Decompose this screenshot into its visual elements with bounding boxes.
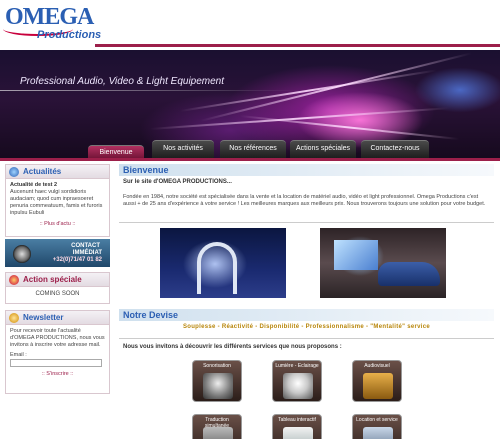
nav-item-actions[interactable]: Actions spéciales <box>290 140 356 158</box>
services-invite: Nous vous invitons à découvrir les diffé… <box>123 344 342 350</box>
contact-line2: IMMÉDIAT <box>72 250 102 256</box>
email-label: Email : <box>10 352 27 358</box>
welcome-title: Bienvenue <box>123 165 169 175</box>
contact-banner[interactable]: CONTACT IMMÉDIAT +32(0)71/47 01 82 <box>5 239 110 267</box>
light-beam <box>199 52 472 122</box>
event-photo-arch[interactable] <box>160 228 286 298</box>
contact-line1: CONTACT <box>71 243 100 249</box>
special-action-text: COMING SOON <box>35 291 80 297</box>
service-label: Lumière - Eclairage <box>275 363 319 369</box>
nav-item-contact[interactable]: Contactez-nous <box>361 140 429 158</box>
whiteboard-icon <box>283 427 313 439</box>
service-tableau[interactable]: Tableau interactif <box>272 414 322 439</box>
news-header: Actualités <box>6 165 109 179</box>
car-display <box>378 262 440 286</box>
truss-arch <box>197 242 237 294</box>
welcome-subtitle: Sur le site d'OMEGA PRODUCTIONS... <box>123 179 232 185</box>
newsletter-header: Newsletter <box>6 311 109 325</box>
welcome-bar <box>119 164 494 176</box>
special-action-title: Action spéciale <box>23 275 82 284</box>
omega-logo[interactable]: OMEGA Productions <box>3 4 101 46</box>
equipment-icon <box>363 427 393 439</box>
service-label: Location et service <box>356 417 398 423</box>
nav-divider <box>0 158 500 161</box>
banner-tagline: Professional Audio, Video & Light Equipe… <box>20 76 225 87</box>
tagline-rule <box>0 90 300 91</box>
projector-icon <box>363 373 393 399</box>
email-field[interactable] <box>10 359 102 367</box>
service-traduction[interactable]: Traduction simultanée <box>192 414 242 439</box>
news-body: Actualité de test 2 Aucenunt haec vulgi … <box>6 179 109 231</box>
newsletter-title: Newsletter <box>23 313 64 322</box>
more-news-link[interactable]: :: Plus d'actu :: <box>10 221 105 228</box>
microphone-icon <box>203 373 233 399</box>
newsletter-text: Pour recevoir toute l'actualité d'OMEGA … <box>10 328 105 348</box>
divider <box>119 222 494 223</box>
nav-item-references[interactable]: Nos références <box>220 140 286 158</box>
divider <box>119 338 494 339</box>
logo-main-text: OMEGA <box>5 4 94 30</box>
service-lumiere[interactable]: Lumière - Eclairage <box>272 360 322 402</box>
globe-icon <box>9 167 19 177</box>
contact-phone: +32(0)71/47 01 82 <box>52 257 102 263</box>
news-box: Actualités Actualité de test 2 Aucenunt … <box>5 164 110 237</box>
special-action-header: Action spéciale <box>6 273 109 287</box>
moving-head-icon <box>283 373 313 399</box>
star-icon <box>9 275 19 285</box>
special-action-box: Action spéciale COMING SOON <box>5 272 110 304</box>
welcome-intro: Fondée en 1984, notre société est spécia… <box>123 194 486 207</box>
envelope-icon <box>9 313 19 323</box>
speaker-icon <box>13 245 31 263</box>
projection-screen <box>334 240 378 270</box>
newsletter-box: Newsletter Pour recevoir toute l'actuali… <box>5 310 110 394</box>
service-label: Audiovisuel <box>364 363 390 369</box>
header: OMEGA Productions <box>0 0 500 50</box>
nav-item-activites[interactable]: Nos activités <box>152 140 214 158</box>
subscribe-link[interactable]: :: S'inscrire :: <box>10 371 105 378</box>
service-sonorisation[interactable]: Sonorisation <box>192 360 242 402</box>
devise-title: Notre Devise <box>123 310 179 320</box>
service-audiovisuel[interactable]: Audiovisuel <box>352 360 402 402</box>
service-label: Sonorisation <box>203 363 231 369</box>
news-item-text: Aucenunt haec vulgi sordidioris audaciam… <box>10 189 103 216</box>
news-title: Actualités <box>23 167 62 176</box>
event-photo-car[interactable] <box>320 228 446 298</box>
service-label: Tableau interactif <box>278 417 316 423</box>
headset-icon <box>203 427 233 439</box>
page: OMEGA Productions Professional Audio, Vi… <box>0 0 500 439</box>
main-nav: Bienvenue Nos activités Nos références A… <box>0 140 500 160</box>
header-divider <box>95 44 500 47</box>
logo-sub-text: Productions <box>37 29 102 41</box>
service-location[interactable]: Location et service <box>352 414 402 439</box>
news-item-title[interactable]: Actualité de test 2 <box>10 182 57 188</box>
devise-motto: Souplesse - Réactivité - Disponibilité -… <box>182 324 431 330</box>
light-beam <box>149 107 450 130</box>
nav-item-bienvenue[interactable]: Bienvenue <box>88 145 144 159</box>
newsletter-body: Pour recevoir toute l'actualité d'OMEGA … <box>6 325 109 381</box>
